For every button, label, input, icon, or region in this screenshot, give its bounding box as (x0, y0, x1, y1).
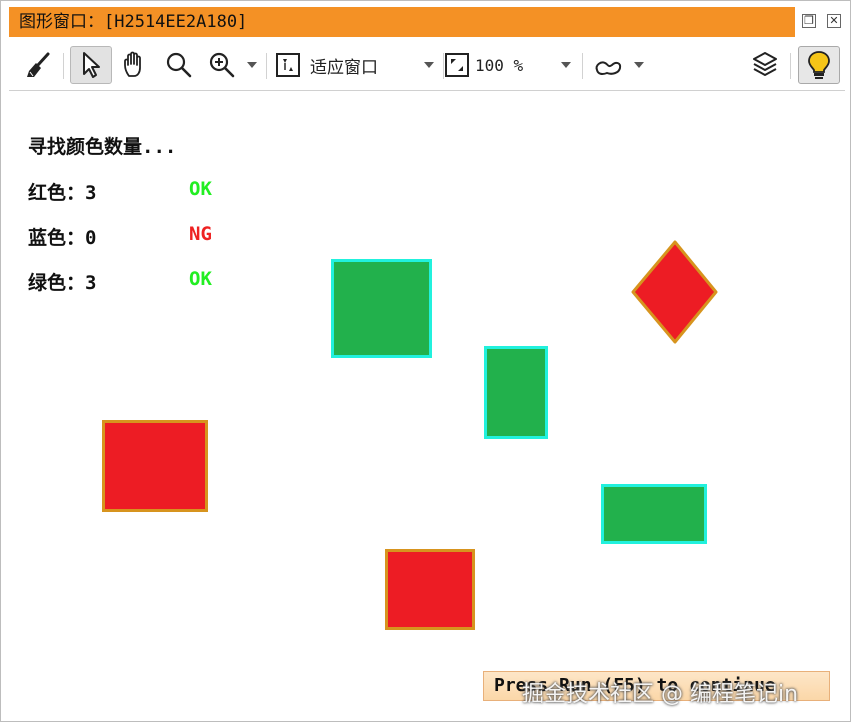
restore-window-icon[interactable]: ❐ (802, 14, 816, 28)
zoom-percent-icon (445, 53, 469, 77)
red-status: OK (189, 178, 212, 200)
green-rectangle (331, 259, 432, 358)
window-title-bar[interactable]: 图形窗口：[H2514EE2A180] (9, 7, 795, 37)
zoom-percent-value: 100 % (475, 55, 524, 75)
green-rectangle (601, 484, 707, 544)
fit-window-icon (276, 53, 300, 77)
pointer-icon (83, 52, 100, 78)
graphics-window: 图形窗口：[H2514EE2A180] ❐ ✕ 适应窗口 100 % 寻找颜色数… (0, 0, 851, 722)
zoom-dropdown-chevron-icon[interactable] (243, 46, 261, 84)
toolbar-separator (63, 53, 64, 79)
shape-dropdown-chevron-icon[interactable] (630, 46, 648, 84)
lightbulb-icon (808, 51, 830, 79)
fit-window-label: 适应窗口 (310, 57, 378, 78)
fit-dropdown-chevron-icon[interactable] (420, 46, 438, 84)
red-diamond (631, 240, 718, 344)
zoom-percent-select[interactable]: 100 % (443, 46, 563, 84)
magnify-icon[interactable] (161, 46, 197, 84)
toolbar: 适应窗口 100 % (9, 41, 845, 91)
red-rectangle (102, 420, 208, 512)
blue-status: NG (189, 223, 212, 245)
red-count-label: 红色：3 (28, 182, 97, 204)
green-rectangle (484, 346, 548, 439)
pointer-tool-button[interactable] (70, 46, 112, 84)
report-heading: 寻找颜色数量... (28, 136, 177, 158)
toolbar-separator (266, 53, 267, 79)
green-count-label: 绿色：3 (28, 272, 97, 294)
broom-icon[interactable] (21, 46, 55, 84)
toolbar-separator (790, 53, 791, 79)
graphics-canvas[interactable]: 寻找颜色数量... 红色：3 OK 蓝色：0 NG 绿色：3 OK Press … (9, 91, 845, 719)
shape-icon[interactable] (590, 46, 626, 84)
close-window-icon[interactable]: ✕ (827, 14, 841, 28)
zoom-in-icon[interactable] (204, 46, 240, 84)
fit-window-button[interactable]: 适应窗口 (274, 46, 409, 84)
window-title: 图形窗口：[H2514EE2A180] (19, 12, 248, 32)
zoom-percent-chevron-icon[interactable] (557, 46, 575, 84)
green-status: OK (189, 268, 212, 290)
hint-button[interactable] (798, 46, 840, 84)
toolbar-separator (582, 53, 583, 79)
layers-icon[interactable] (747, 46, 783, 84)
red-rectangle (385, 549, 475, 630)
watermark: 掘金技术社区 @ 编程笔记in (522, 682, 799, 707)
blue-count-label: 蓝色：0 (28, 227, 97, 249)
hand-icon[interactable] (117, 46, 155, 84)
